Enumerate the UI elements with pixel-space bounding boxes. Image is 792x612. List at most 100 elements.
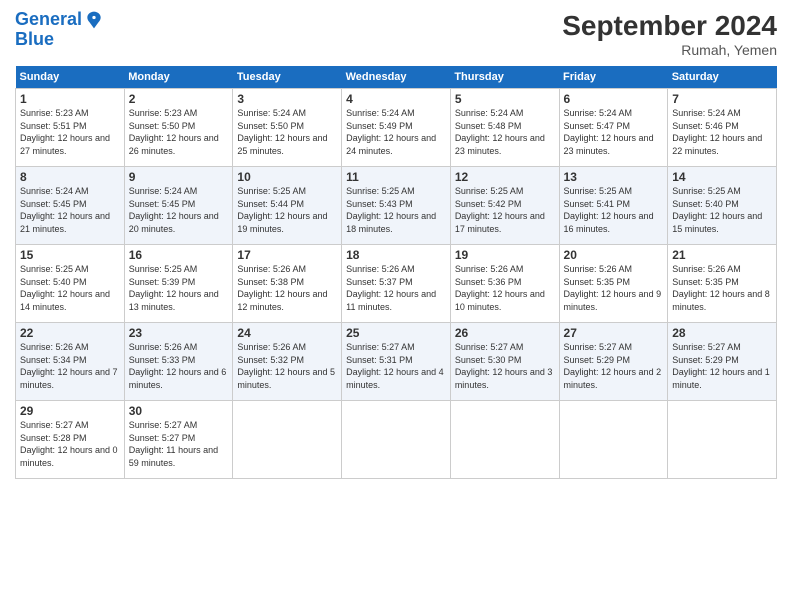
header-tuesday: Tuesday	[233, 66, 342, 89]
day-detail: Sunrise: 5:23 AMSunset: 5:51 PMDaylight:…	[20, 107, 120, 157]
calendar-cell: 17 Sunrise: 5:26 AMSunset: 5:38 PMDaylig…	[233, 245, 342, 323]
day-detail: Sunrise: 5:26 AMSunset: 5:38 PMDaylight:…	[237, 263, 337, 313]
header-saturday: Saturday	[668, 66, 777, 89]
day-detail: Sunrise: 5:25 AMSunset: 5:44 PMDaylight:…	[237, 185, 337, 235]
calendar-cell	[668, 401, 777, 479]
day-number: 20	[564, 248, 664, 262]
day-number: 9	[129, 170, 229, 184]
day-number: 3	[237, 92, 337, 106]
day-detail: Sunrise: 5:24 AMSunset: 5:46 PMDaylight:…	[672, 107, 772, 157]
calendar-cell: 30 Sunrise: 5:27 AMSunset: 5:27 PMDaylig…	[124, 401, 233, 479]
calendar-cell: 10 Sunrise: 5:25 AMSunset: 5:44 PMDaylig…	[233, 167, 342, 245]
day-number: 16	[129, 248, 229, 262]
calendar-cell: 1 Sunrise: 5:23 AMSunset: 5:51 PMDayligh…	[16, 89, 125, 167]
day-detail: Sunrise: 5:24 AMSunset: 5:47 PMDaylight:…	[564, 107, 664, 157]
header-thursday: Thursday	[450, 66, 559, 89]
title-section: September 2024 Rumah, Yemen	[562, 10, 777, 58]
month-title: September 2024	[562, 10, 777, 42]
calendar-cell: 15 Sunrise: 5:25 AMSunset: 5:40 PMDaylig…	[16, 245, 125, 323]
calendar-cell: 8 Sunrise: 5:24 AMSunset: 5:45 PMDayligh…	[16, 167, 125, 245]
day-number: 11	[346, 170, 446, 184]
calendar-cell	[342, 401, 451, 479]
day-detail: Sunrise: 5:24 AMSunset: 5:45 PMDaylight:…	[129, 185, 229, 235]
day-number: 27	[564, 326, 664, 340]
day-number: 13	[564, 170, 664, 184]
day-detail: Sunrise: 5:26 AMSunset: 5:35 PMDaylight:…	[564, 263, 664, 313]
calendar-cell: 20 Sunrise: 5:26 AMSunset: 5:35 PMDaylig…	[559, 245, 668, 323]
calendar-cell: 27 Sunrise: 5:27 AMSunset: 5:29 PMDaylig…	[559, 323, 668, 401]
header-wednesday: Wednesday	[342, 66, 451, 89]
day-number: 7	[672, 92, 772, 106]
calendar-cell: 19 Sunrise: 5:26 AMSunset: 5:36 PMDaylig…	[450, 245, 559, 323]
calendar-cell: 7 Sunrise: 5:24 AMSunset: 5:46 PMDayligh…	[668, 89, 777, 167]
day-detail: Sunrise: 5:26 AMSunset: 5:35 PMDaylight:…	[672, 263, 772, 313]
header-monday: Monday	[124, 66, 233, 89]
day-number: 2	[129, 92, 229, 106]
calendar-cell: 11 Sunrise: 5:25 AMSunset: 5:43 PMDaylig…	[342, 167, 451, 245]
calendar-cell: 18 Sunrise: 5:26 AMSunset: 5:37 PMDaylig…	[342, 245, 451, 323]
day-number: 28	[672, 326, 772, 340]
day-detail: Sunrise: 5:27 AMSunset: 5:30 PMDaylight:…	[455, 341, 555, 391]
day-number: 1	[20, 92, 120, 106]
calendar-cell: 13 Sunrise: 5:25 AMSunset: 5:41 PMDaylig…	[559, 167, 668, 245]
day-number: 23	[129, 326, 229, 340]
calendar-cell	[450, 401, 559, 479]
calendar-cell: 14 Sunrise: 5:25 AMSunset: 5:40 PMDaylig…	[668, 167, 777, 245]
day-detail: Sunrise: 5:27 AMSunset: 5:27 PMDaylight:…	[129, 419, 229, 469]
calendar-cell: 5 Sunrise: 5:24 AMSunset: 5:48 PMDayligh…	[450, 89, 559, 167]
day-number: 12	[455, 170, 555, 184]
calendar-cell: 22 Sunrise: 5:26 AMSunset: 5:34 PMDaylig…	[16, 323, 125, 401]
day-number: 30	[129, 404, 229, 418]
day-number: 10	[237, 170, 337, 184]
day-number: 4	[346, 92, 446, 106]
day-number: 15	[20, 248, 120, 262]
day-detail: Sunrise: 5:26 AMSunset: 5:36 PMDaylight:…	[455, 263, 555, 313]
day-detail: Sunrise: 5:25 AMSunset: 5:42 PMDaylight:…	[455, 185, 555, 235]
calendar-cell: 29 Sunrise: 5:27 AMSunset: 5:28 PMDaylig…	[16, 401, 125, 479]
calendar-cell: 9 Sunrise: 5:24 AMSunset: 5:45 PMDayligh…	[124, 167, 233, 245]
calendar-cell: 25 Sunrise: 5:27 AMSunset: 5:31 PMDaylig…	[342, 323, 451, 401]
day-detail: Sunrise: 5:24 AMSunset: 5:49 PMDaylight:…	[346, 107, 446, 157]
day-detail: Sunrise: 5:26 AMSunset: 5:37 PMDaylight:…	[346, 263, 446, 313]
logo-icon	[84, 10, 104, 30]
calendar-cell: 21 Sunrise: 5:26 AMSunset: 5:35 PMDaylig…	[668, 245, 777, 323]
calendar-cell: 26 Sunrise: 5:27 AMSunset: 5:30 PMDaylig…	[450, 323, 559, 401]
calendar-cell: 24 Sunrise: 5:26 AMSunset: 5:32 PMDaylig…	[233, 323, 342, 401]
day-detail: Sunrise: 5:27 AMSunset: 5:31 PMDaylight:…	[346, 341, 446, 391]
day-number: 6	[564, 92, 664, 106]
logo-text2: Blue	[15, 29, 54, 49]
day-detail: Sunrise: 5:25 AMSunset: 5:39 PMDaylight:…	[129, 263, 229, 313]
location: Rumah, Yemen	[562, 42, 777, 58]
day-number: 29	[20, 404, 120, 418]
calendar-cell: 12 Sunrise: 5:25 AMSunset: 5:42 PMDaylig…	[450, 167, 559, 245]
calendar-cell: 16 Sunrise: 5:25 AMSunset: 5:39 PMDaylig…	[124, 245, 233, 323]
header: General Blue September 2024 Rumah, Yemen	[15, 10, 777, 58]
calendar-cell: 4 Sunrise: 5:24 AMSunset: 5:49 PMDayligh…	[342, 89, 451, 167]
day-detail: Sunrise: 5:24 AMSunset: 5:50 PMDaylight:…	[237, 107, 337, 157]
calendar-cell: 6 Sunrise: 5:24 AMSunset: 5:47 PMDayligh…	[559, 89, 668, 167]
day-number: 26	[455, 326, 555, 340]
day-number: 8	[20, 170, 120, 184]
day-detail: Sunrise: 5:26 AMSunset: 5:33 PMDaylight:…	[129, 341, 229, 391]
day-detail: Sunrise: 5:27 AMSunset: 5:29 PMDaylight:…	[672, 341, 772, 391]
calendar-cell	[233, 401, 342, 479]
logo-text: General	[15, 10, 82, 30]
page: General Blue September 2024 Rumah, Yemen…	[0, 0, 792, 612]
calendar-cell: 2 Sunrise: 5:23 AMSunset: 5:50 PMDayligh…	[124, 89, 233, 167]
day-number: 22	[20, 326, 120, 340]
day-detail: Sunrise: 5:24 AMSunset: 5:48 PMDaylight:…	[455, 107, 555, 157]
day-detail: Sunrise: 5:27 AMSunset: 5:28 PMDaylight:…	[20, 419, 120, 469]
header-friday: Friday	[559, 66, 668, 89]
day-number: 5	[455, 92, 555, 106]
day-number: 25	[346, 326, 446, 340]
calendar-cell: 28 Sunrise: 5:27 AMSunset: 5:29 PMDaylig…	[668, 323, 777, 401]
day-detail: Sunrise: 5:25 AMSunset: 5:41 PMDaylight:…	[564, 185, 664, 235]
day-detail: Sunrise: 5:25 AMSunset: 5:40 PMDaylight:…	[672, 185, 772, 235]
calendar-cell	[559, 401, 668, 479]
logo: General Blue	[15, 10, 104, 50]
day-detail: Sunrise: 5:26 AMSunset: 5:34 PMDaylight:…	[20, 341, 120, 391]
day-number: 21	[672, 248, 772, 262]
day-detail: Sunrise: 5:27 AMSunset: 5:29 PMDaylight:…	[564, 341, 664, 391]
day-detail: Sunrise: 5:25 AMSunset: 5:40 PMDaylight:…	[20, 263, 120, 313]
day-detail: Sunrise: 5:26 AMSunset: 5:32 PMDaylight:…	[237, 341, 337, 391]
